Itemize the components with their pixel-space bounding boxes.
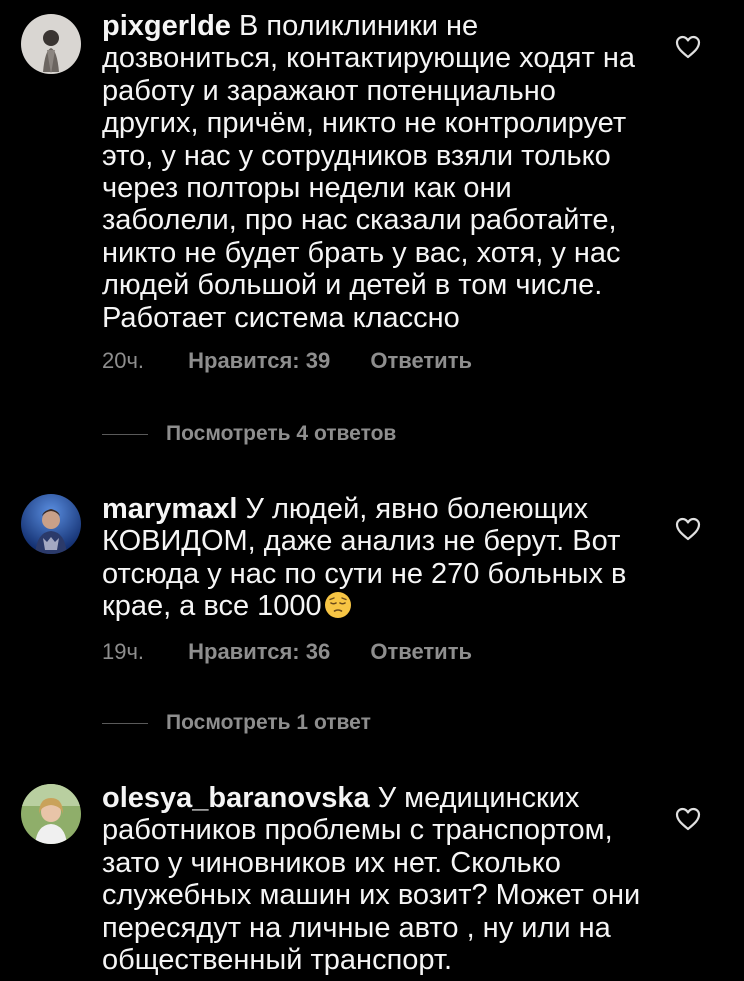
view-replies-button[interactable]: Посмотреть 1 ответ <box>102 711 371 735</box>
view-replies-button[interactable]: Посмотреть 4 ответов <box>102 422 396 446</box>
heart-outline-icon[interactable] <box>675 807 701 831</box>
comment-meta: 20ч. Нравится: 39 Ответить <box>102 348 472 374</box>
likes-count[interactable]: Нравится: 36 <box>188 639 330 665</box>
username[interactable]: pixgerlde <box>102 10 231 42</box>
avatar[interactable] <box>21 494 81 554</box>
divider-line <box>102 433 148 435</box>
avatar-light-icon <box>21 14 81 74</box>
comment-text: В поликлиники не дозвониться, контактиру… <box>102 10 635 334</box>
username[interactable]: olesya_baranovska <box>102 782 370 814</box>
pensive-face-emoji <box>324 592 351 619</box>
heart-outline-icon[interactable] <box>675 35 701 59</box>
comment-time: 19ч. <box>102 639 145 664</box>
comment-text-block: pixgerlde В поликлиники не дозвониться, … <box>102 10 642 334</box>
comment-meta: 19ч. Нравится: 36 Ответить <box>102 639 472 665</box>
view-replies-label: Посмотреть 4 ответов <box>166 422 397 445</box>
view-replies-label: Посмотреть 1 ответ <box>166 711 371 734</box>
avatar-blue-icon <box>21 494 81 554</box>
username[interactable]: marymaxl <box>102 493 237 525</box>
likes-count[interactable]: Нравится: 39 <box>188 348 330 374</box>
avatar-outdoor-icon <box>21 784 81 844</box>
reply-button[interactable]: Ответить <box>370 348 472 374</box>
comment-text-block: marymaxl У людей, явно болеющих КОВИДОМ,… <box>102 493 642 623</box>
comment-time: 20ч. <box>102 348 145 373</box>
divider-line <box>102 722 148 724</box>
avatar[interactable] <box>21 14 81 74</box>
avatar[interactable] <box>21 784 81 844</box>
reply-button[interactable]: Ответить <box>370 639 472 665</box>
heart-outline-icon[interactable] <box>675 517 701 541</box>
comment-text-block: olesya_baranovska У медицинских работник… <box>102 782 642 976</box>
